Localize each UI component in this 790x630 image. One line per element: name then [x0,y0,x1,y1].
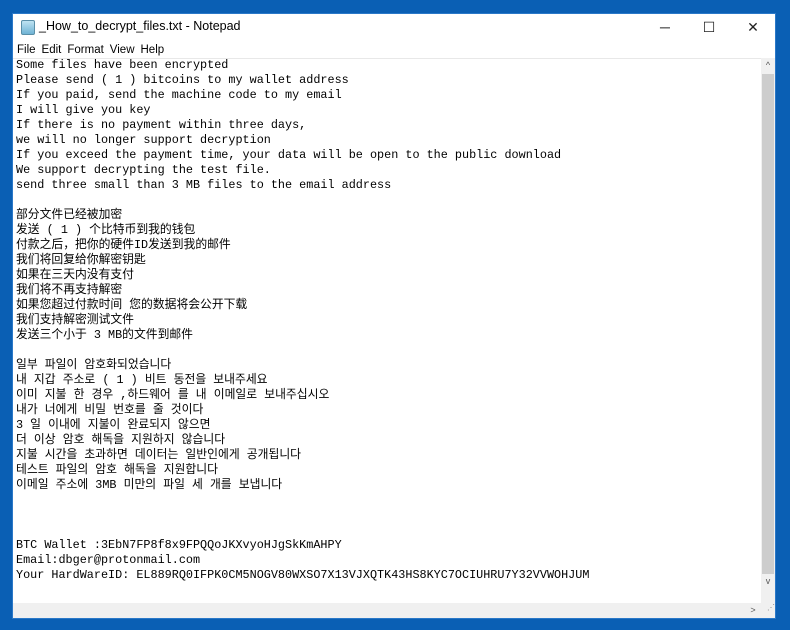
menu-bar: File Edit Format View Help [13,40,775,59]
text-line [13,193,762,208]
text-line: 付款之后，把你的硬件ID发送到我的邮件 [16,238,231,252]
text-line [13,508,762,523]
text-line: 일부 파일이 암호화되었습니다 [16,358,172,372]
window-title: _How_to_decrypt_files.txt - Notepad [39,19,241,33]
text-editor[interactable]: Some files have been encrypted Please sen… [13,58,762,604]
horizontal-scrollbar[interactable]: > [13,603,762,618]
vertical-scrollbar[interactable]: ^ v [761,58,775,604]
text-line: 部分文件已经被加密 [16,208,123,222]
text-line: If there is no payment within three days… [16,118,307,132]
scroll-down-icon[interactable]: v [761,574,775,588]
text-line: If you exceed the payment time, your dat… [16,148,562,162]
menu-edit[interactable]: Edit [39,42,65,58]
menu-help[interactable]: Help [138,42,168,58]
text-line: 이미 지불 한 경우 ,하드웨어 를 내 이메일로 보내주십시오 [16,388,330,402]
scroll-up-icon[interactable]: ^ [761,58,775,72]
text-line: we will no longer support decryption [16,133,271,147]
resize-grip-icon[interactable]: ⋰ [761,603,775,618]
menu-view[interactable]: View [107,42,138,58]
text-line: 지불 시간을 초과하면 데이터는 일반인에게 공개됩니다 [16,448,302,462]
menu-file[interactable]: File [14,42,39,58]
text-line: 如果您超过付款时间 您的数据将会公开下载 [16,298,248,312]
text-line: 테스트 파일의 암호 해독을 지원합니다 [16,463,218,477]
scroll-thumb[interactable] [762,74,774,574]
text-line: 发送三个小于 3 MB的文件到邮件 [16,328,193,342]
notepad-icon [21,20,35,35]
text-line: BTC Wallet :3EbN7FP8f8x9FPQQoJKXvyoHJgSk… [16,538,342,552]
text-line: 我们支持解密测试文件 [16,313,134,327]
minimize-button[interactable]: ─ [643,14,687,40]
text-line: 3 일 이내에 지불이 완료되지 않으면 [16,418,211,432]
text-line: 내 지갑 주소로 ( 1 ) 비트 동전을 보내주세요 [16,373,268,387]
title-bar[interactable]: _How_to_decrypt_files.txt - Notepad ─ ☐ … [13,14,775,40]
text-line: Some files have been encrypted [16,58,229,72]
text-line: 我们将不再支持解密 [16,283,123,297]
text-line [13,493,762,508]
text-line: 이메일 주소에 3MB 미만의 파일 세 개를 보냅니다 [16,478,283,492]
maximize-button[interactable]: ☐ [687,14,731,40]
close-button[interactable]: ✕ [731,14,775,40]
text-line: Your HardWareID: EL889RQ0IFPK0CM5NOGV80W… [16,568,590,582]
text-line: We support decrypting the test file. [16,163,271,177]
text-line: If you paid, send the machine code to my… [16,88,342,102]
text-line: 如果在三天内没有支付 [16,268,134,282]
text-line: 我们将回复给你解密钥匙 [16,253,146,267]
text-line: 더 이상 암호 해독을 지원하지 않습니다 [16,433,226,447]
scroll-right-icon[interactable]: > [746,603,760,617]
text-line [13,343,762,358]
text-line: Email:dbger@protonmail.com [16,553,201,567]
text-line [13,523,762,538]
menu-format[interactable]: Format [64,42,106,58]
text-line: send three small than 3 MB files to the … [16,178,392,192]
text-line: 내가 너에게 비밀 번호를 줄 것이다 [16,403,204,417]
text-line: Please send ( 1 ) bitcoins to my wallet … [16,73,349,87]
text-line: 发送 ( 1 ) 个比特币到我的钱包 [16,223,196,237]
notepad-window: _How_to_decrypt_files.txt - Notepad ─ ☐ … [12,13,776,619]
text-line: I will give you key [16,103,151,117]
